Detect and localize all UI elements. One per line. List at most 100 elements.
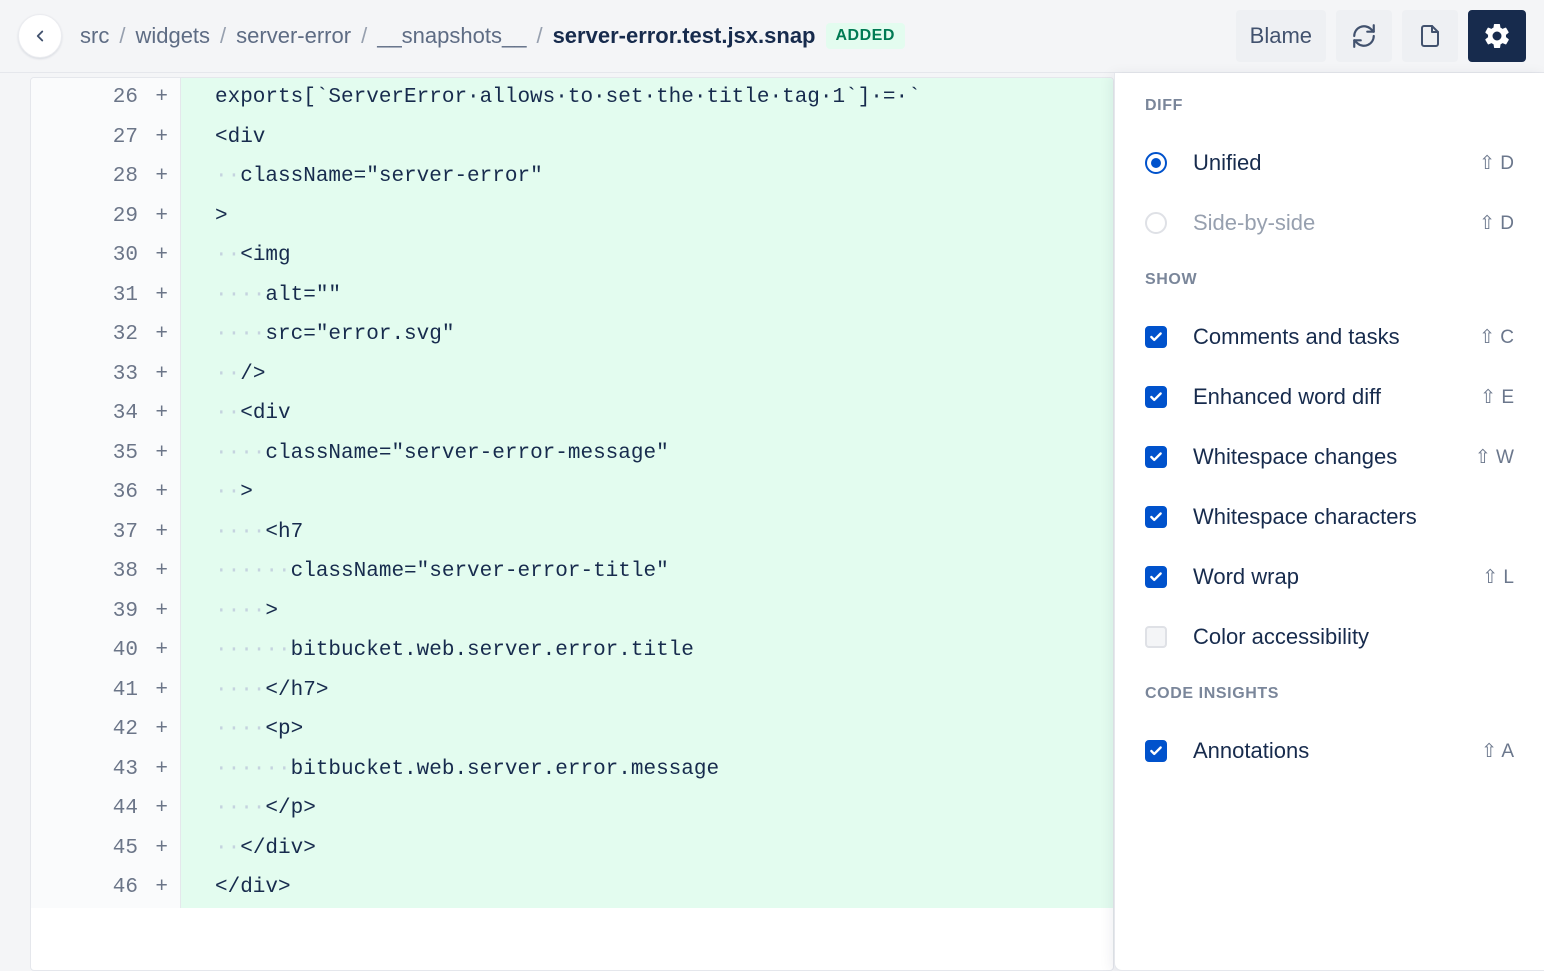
gutter: 35+ (31, 434, 181, 474)
shortcut: ⇧ D (1479, 212, 1514, 235)
content: 26+exports[`ServerError·allows·to·set·th… (0, 73, 1544, 971)
diff-option-unified[interactable]: Unified⇧ D (1145, 133, 1514, 193)
code-text: ····<p> (181, 710, 1113, 750)
breadcrumb-sep: / (536, 23, 542, 49)
code-line[interactable]: 46+</div> (31, 868, 1113, 908)
settings-panel: DIFF Unified⇧ D Side-by-side ⇧ D SHOW Comm… (1114, 73, 1544, 971)
section-title-diff: DIFF (1145, 97, 1514, 115)
shortcut: ⇧ E (1480, 386, 1514, 409)
added-badge: ADDED (826, 23, 905, 49)
gutter: 40+ (31, 631, 181, 671)
blame-button[interactable]: Blame (1236, 10, 1326, 62)
code-line[interactable]: 31+····alt="" (31, 276, 1113, 316)
checkbox-enhanced-word-diff[interactable] (1145, 386, 1167, 408)
show-option-enhanced-word-diff[interactable]: Enhanced word diff⇧ E (1145, 367, 1514, 427)
checkbox-color-accessibility[interactable] (1145, 626, 1167, 648)
diff-view[interactable]: 26+exports[`ServerError·allows·to·set·th… (30, 77, 1114, 971)
code-text: ····<h7 (181, 513, 1113, 553)
gutter: 31+ (31, 276, 181, 316)
show-option-whitespace-characters[interactable]: Whitespace characters (1145, 487, 1514, 547)
section-title-show: SHOW (1145, 271, 1514, 289)
option-label: Comments and tasks (1193, 324, 1453, 350)
gutter: 45+ (31, 829, 181, 869)
code-line[interactable]: 29+> (31, 197, 1113, 237)
gutter: 43+ (31, 750, 181, 790)
code-line[interactable]: 34+··<div (31, 394, 1113, 434)
code-text: ····> (181, 592, 1113, 632)
code-text: ··className="server-error" (181, 157, 1113, 197)
breadcrumb-seg[interactable]: server-error (236, 23, 351, 49)
gutter: 32+ (31, 315, 181, 355)
code-line[interactable]: 38+······className="server-error-title" (31, 552, 1113, 592)
gutter: 36+ (31, 473, 181, 513)
breadcrumb-seg[interactable]: __snapshots__ (377, 23, 526, 49)
settings-button[interactable] (1468, 10, 1526, 62)
show-option-whitespace-changes[interactable]: Whitespace changes⇧ W (1145, 427, 1514, 487)
code-text: ····</h7> (181, 671, 1113, 711)
code-line[interactable]: 39+····> (31, 592, 1113, 632)
toolbar: Blame (1236, 10, 1526, 62)
breadcrumb-sep: / (220, 23, 226, 49)
shortcut: ⇧ A (1481, 740, 1514, 763)
show-option-color-accessibility[interactable]: Color accessibility (1145, 607, 1514, 667)
breadcrumb-seg[interactable]: widgets (135, 23, 210, 49)
refresh-button[interactable] (1336, 10, 1392, 62)
chevron-left-icon (31, 27, 49, 45)
code-line[interactable]: 40+······bitbucket.web.server.error.titl… (31, 631, 1113, 671)
breadcrumb-sep: / (119, 23, 125, 49)
code-text: ····alt="" (181, 276, 1113, 316)
code-text: > (181, 197, 1113, 237)
code-line[interactable]: 44+····</p> (31, 789, 1113, 829)
code-line[interactable]: 30+··<img (31, 236, 1113, 276)
option-label: Side-by-side (1193, 210, 1453, 236)
code-line[interactable]: 27+<div (31, 118, 1113, 158)
gear-icon (1482, 21, 1512, 51)
checkbox-comments-and-tasks[interactable] (1145, 326, 1167, 348)
diff-container: 26+exports[`ServerError·allows·to·set·th… (0, 73, 1114, 971)
option-label: Word wrap (1193, 564, 1456, 590)
checkbox-word-wrap[interactable] (1145, 566, 1167, 588)
code-line[interactable]: 45+··</div> (31, 829, 1113, 869)
option-label: Unified (1193, 150, 1453, 176)
radio-unified[interactable] (1145, 152, 1167, 174)
checkbox-annotations[interactable] (1145, 740, 1167, 762)
gutter: 26+ (31, 78, 181, 118)
code-text: ··/> (181, 355, 1113, 395)
gutter: 28+ (31, 157, 181, 197)
checkbox-whitespace-changes[interactable] (1145, 446, 1167, 468)
code-line[interactable]: 35+····className="server-error-message" (31, 434, 1113, 474)
code-line[interactable]: 26+exports[`ServerError·allows·to·set·th… (31, 78, 1113, 118)
code-line[interactable]: 43+······bitbucket.web.server.error.mess… (31, 750, 1113, 790)
code-text: ····className="server-error-message" (181, 434, 1113, 474)
code-line[interactable]: 37+····<h7 (31, 513, 1113, 553)
insights-option-annotations[interactable]: Annotations⇧ A (1145, 721, 1514, 781)
code-line[interactable]: 36+··> (31, 473, 1113, 513)
shortcut: ⇧ L (1482, 566, 1514, 589)
code-line[interactable]: 33+··/> (31, 355, 1113, 395)
radio-side-by-side[interactable] (1145, 212, 1167, 234)
code-text: ··</div> (181, 829, 1113, 869)
show-option-comments-and-tasks[interactable]: Comments and tasks⇧ C (1145, 307, 1514, 367)
breadcrumb-file: server-error.test.jsx.snap (553, 23, 816, 49)
breadcrumb-seg[interactable]: src (80, 23, 109, 49)
breadcrumb: src / widgets / server-error / __snapsho… (80, 23, 1218, 49)
code-text: exports[`ServerError·allows·to·set·the·t… (181, 78, 1113, 118)
show-option-word-wrap[interactable]: Word wrap ⇧ L (1145, 547, 1514, 607)
topbar: src / widgets / server-error / __snapsho… (0, 0, 1544, 73)
option-label: Whitespace changes (1193, 444, 1449, 470)
gutter: 34+ (31, 394, 181, 434)
code-text: ··<div (181, 394, 1113, 434)
checkbox-whitespace-characters[interactable] (1145, 506, 1167, 528)
code-text: </div> (181, 868, 1113, 908)
back-button[interactable] (18, 14, 62, 58)
gutter: 30+ (31, 236, 181, 276)
code-line[interactable]: 28+··className="server-error" (31, 157, 1113, 197)
code-line[interactable]: 42+····<p> (31, 710, 1113, 750)
diff-option-side-by-side[interactable]: Side-by-side ⇧ D (1145, 193, 1514, 253)
code-line[interactable]: 32+····src="error.svg" (31, 315, 1113, 355)
refresh-icon (1351, 23, 1377, 49)
file-button[interactable] (1402, 10, 1458, 62)
code-line[interactable]: 41+····</h7> (31, 671, 1113, 711)
gutter: 39+ (31, 592, 181, 632)
code-text: ······bitbucket.web.server.error.message (181, 750, 1113, 790)
